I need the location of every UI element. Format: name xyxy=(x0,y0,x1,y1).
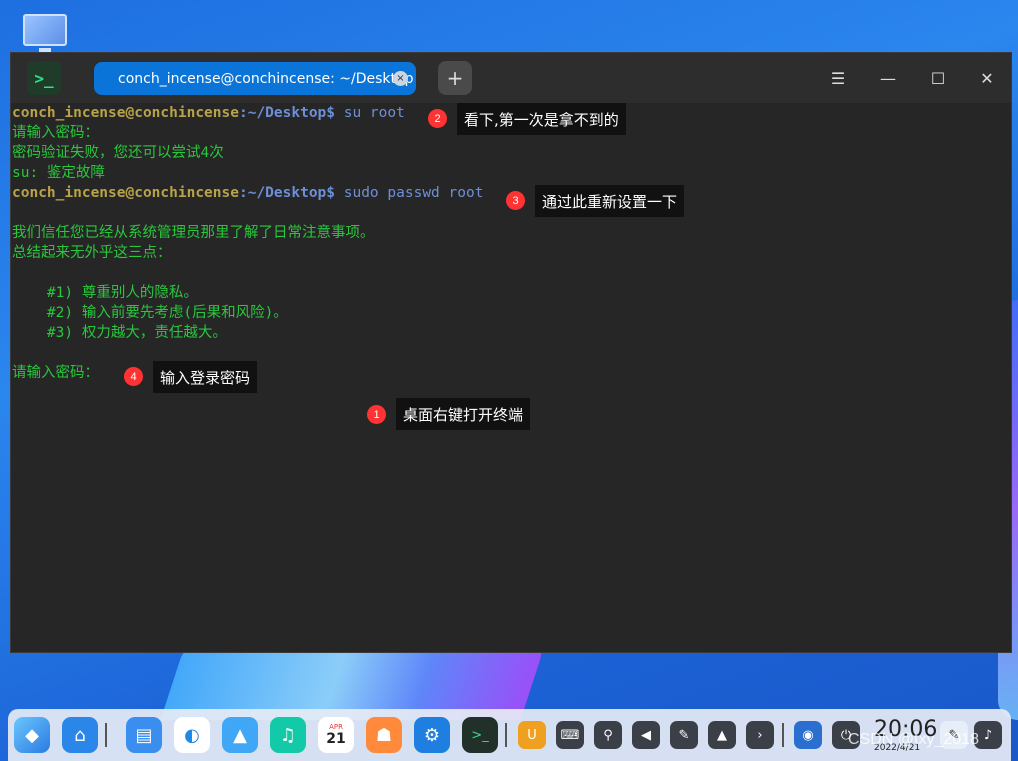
dock-separator xyxy=(505,723,507,747)
prompt-path: :~/Desktop$ xyxy=(238,185,336,201)
terminal-line: #1) 尊重别人的隐私。 xyxy=(12,285,198,301)
terminal-window: >_ conch_incense@conchincense: ~/Desktop… xyxy=(10,52,1012,653)
dock-separator xyxy=(105,723,107,747)
keyboard-icon[interactable]: ⌨ xyxy=(556,721,584,749)
annotation-note-4: 输入登录密码 xyxy=(153,361,258,393)
terminal-line: #3) 权力越大，责任越大。 xyxy=(12,325,227,341)
prompt-user: conch_incense@conchincense xyxy=(12,185,239,201)
volume-icon[interactable]: ◀ xyxy=(632,721,660,749)
usb-icon[interactable]: ⚲ xyxy=(594,721,622,749)
pen-icon[interactable]: ✎ xyxy=(670,721,698,749)
notification-center-icon[interactable]: ◉ xyxy=(794,721,822,749)
app-store-icon[interactable]: ☗ xyxy=(366,717,402,753)
terminal-line: 我们信任您已经从系统管理员那里了解了日常注意事项。 xyxy=(12,225,375,241)
calendar-icon[interactable]: APR 21 xyxy=(318,717,354,753)
annotation-badge-1: 1 xyxy=(367,405,386,424)
terminal-line: 总结起来无外乎这三点： xyxy=(12,245,172,261)
prompt-path: :~/Desktop$ xyxy=(238,105,336,121)
clipboard-icon[interactable]: U xyxy=(518,721,546,749)
terminal-output[interactable]: conch_incense@conchincense:~/Desktop$ su… xyxy=(11,103,1011,383)
annotation-badge-2: 2 xyxy=(428,109,447,128)
maximize-button[interactable]: ☐ xyxy=(925,65,951,91)
music-icon[interactable]: ♫ xyxy=(270,717,306,753)
title-bar: >_ conch_incense@conchincense: ~/Desktop… xyxy=(11,53,1011,103)
terminal-app-icon: >_ xyxy=(27,61,61,95)
calendar-month: APR xyxy=(329,723,343,731)
computer-desktop-icon[interactable] xyxy=(23,14,67,53)
minimize-button[interactable]: — xyxy=(875,65,901,91)
terminal-line: 密码验证失败，您还可以尝试4次 xyxy=(12,145,224,161)
menu-icon[interactable]: ☰ xyxy=(825,65,851,91)
command-text: sudo passwd root xyxy=(335,185,484,201)
new-tab-button[interactable]: + xyxy=(438,61,472,95)
terminal-dock-icon[interactable]: >_ xyxy=(462,717,498,753)
annotation-badge-4: 4 xyxy=(124,367,143,386)
prompt-user: conch_incense@conchincense xyxy=(12,105,239,121)
taskbar-dock: ◆ ⌂ ▤ ◐ ▲ ♫ APR 21 ☗ ⚙ >_ U ⌨ ⚲ ◀ ✎ ▲ › … xyxy=(8,709,1011,761)
annotation-note-1: 桌面右键打开终端 xyxy=(396,398,531,430)
watermark: CSDN @txy_2018 xyxy=(848,731,979,748)
terminal-line: #2) 输入前要先考虑(后果和风险)。 xyxy=(12,305,288,321)
file-manager-icon[interactable]: ▤ xyxy=(126,717,162,753)
calendar-day: 21 xyxy=(326,731,346,747)
home-icon[interactable]: ⌂ xyxy=(62,717,98,753)
launcher-icon[interactable]: ◆ xyxy=(14,717,50,753)
image-viewer-icon[interactable]: ▲ xyxy=(222,717,258,753)
terminal-tab[interactable]: conch_incense@conchincense: ~/Desktop × xyxy=(94,62,416,95)
command-text: su root xyxy=(335,105,405,121)
close-button[interactable]: ✕ xyxy=(974,65,1000,91)
tab-title: conch_incense@conchincense: ~/Desktop xyxy=(118,70,414,87)
terminal-line: su: 鉴定故障 xyxy=(12,165,105,181)
settings-icon[interactable]: ⚙ xyxy=(414,717,450,753)
tab-close-icon[interactable]: × xyxy=(393,71,408,86)
network-icon[interactable]: ▲ xyxy=(708,721,736,749)
annotation-note-3: 通过此重新设置一下 xyxy=(535,185,685,217)
annotation-note-2: 看下,第一次是拿不到的 xyxy=(457,103,626,135)
dock-separator xyxy=(782,723,784,747)
browser-icon[interactable]: ◐ xyxy=(174,717,210,753)
annotation-badge-3: 3 xyxy=(506,191,525,210)
chevron-right-icon[interactable]: › xyxy=(746,721,774,749)
